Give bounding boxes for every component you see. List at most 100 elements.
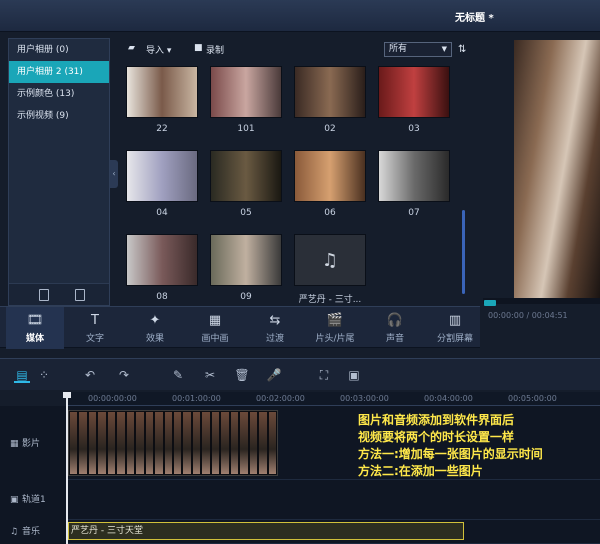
thumbnail-label: 严艺丹 - 三寸... [298, 295, 362, 305]
redo-icon[interactable]: ↷ [116, 367, 132, 383]
remove-album-icon[interactable] [75, 289, 85, 301]
media-thumbnail[interactable]: 02 [292, 66, 368, 138]
album-item-sample-colors[interactable]: 示例颜色 (13) [9, 83, 109, 105]
overlay-track-label: 轨道1 [22, 495, 46, 505]
thumbnail-image [210, 150, 282, 202]
thumbnail-label: 08 [156, 292, 168, 302]
clip-frame [259, 412, 267, 474]
media-thumbnail[interactable]: 05 [208, 150, 284, 222]
thumbnail-image [126, 66, 198, 118]
preview-scrubber[interactable] [483, 298, 600, 304]
category-tab-1[interactable]: T 文字 [66, 307, 124, 349]
category-tab-2[interactable]: ✦ 效果 [126, 307, 184, 349]
music-track-header: ♫ 音乐 [0, 524, 66, 537]
media-thumbnail[interactable]: 07 [376, 150, 452, 222]
album-item-user-1[interactable]: 用户相册 (0) [9, 39, 109, 61]
import-button[interactable]: 导入 ▾ [146, 43, 171, 56]
scissors-icon[interactable]: ✂ [202, 367, 218, 383]
instruction-line: 方法一:增加每一张图片的显示时间 [358, 447, 543, 461]
film-icon: 🎞 [26, 313, 44, 328]
thumbnail-image [126, 234, 198, 286]
undo-icon[interactable]: ↶ [82, 367, 98, 383]
overlay-track-header: ▣ 轨道1 [0, 492, 66, 505]
film-icon: ▦ [10, 439, 19, 449]
transition-icon: ⇆ [269, 313, 281, 328]
audio-thumbnail-image: ♫ [294, 234, 366, 286]
overlay-track-lane[interactable] [66, 480, 600, 520]
clip-frame [230, 412, 239, 474]
clip-frame [107, 412, 116, 474]
timeline-toolbar: ▤ ⁘ ↶ ↷ ✎ ✂ 🗑 🎤 ⛶ ▣ [0, 358, 600, 390]
sort-icon[interactable]: ⇅ [458, 44, 470, 56]
preview-scrubber-handle[interactable] [484, 300, 496, 306]
media-thumbnail[interactable]: ♫ 严艺丹 - 三寸... [292, 234, 368, 306]
category-tab-label: 声音 [385, 334, 404, 344]
media-thumbnail[interactable]: 101 [208, 66, 284, 138]
text-icon: T [91, 313, 99, 328]
media-thumbnail[interactable]: 06 [292, 150, 368, 222]
video-track-header: ▦ 影片 [0, 436, 66, 449]
collapse-panel-tab[interactable]: ‹ [110, 160, 118, 188]
playhead[interactable] [66, 392, 68, 544]
record-button[interactable]: 录制 [206, 43, 224, 56]
preview-timecode: 00:00:00 / 00:04:51 [488, 311, 568, 320]
video-clip-strip[interactable] [68, 410, 278, 476]
thumbnail-label: 04 [156, 208, 168, 218]
clip-frame [249, 412, 258, 474]
media-thumbnail[interactable]: 09 [208, 234, 284, 306]
category-tab-6[interactable]: 🎧 声音 [366, 307, 424, 349]
category-tab-label: 片头/片尾 [315, 334, 355, 344]
media-thumbnail[interactable]: 08 [124, 234, 200, 306]
thumbnail-image [294, 150, 366, 202]
category-tab-0[interactable]: 🎞 媒体 [6, 307, 64, 349]
clip-frame [192, 412, 201, 474]
timeline-ruler[interactable]: 00:00:00:00 00:01:00:00 00:02:00:00 00:0… [66, 392, 600, 406]
thumbnail-label: 03 [408, 124, 420, 134]
chevron-down-icon: ▼ [441, 45, 447, 53]
thumbnail-label: 02 [324, 124, 336, 134]
track-manager-icon[interactable]: ▣ [346, 367, 362, 383]
category-tab-5[interactable]: 🎬 片头/片尾 [306, 307, 364, 349]
thumbnail-image [210, 234, 282, 286]
category-tab-3[interactable]: ▦ 画中画 [186, 307, 244, 349]
instruction-line: 图片和音频添加到软件界面后 [358, 413, 515, 427]
thumbnail-image [126, 150, 198, 202]
clapper-icon: 🎬 [326, 313, 344, 328]
media-thumbnail[interactable]: 04 [124, 150, 200, 222]
playhead-handle[interactable] [63, 392, 71, 398]
add-album-icon[interactable] [39, 289, 49, 301]
category-tab-7[interactable]: ▥ 分割屏幕 [426, 307, 484, 349]
thumbnail-label: 22 [156, 124, 168, 134]
instruction-line: 方法二:在添加一些图片 [358, 464, 483, 478]
album-item-user-2[interactable]: 用户相册 2 (31) [9, 61, 109, 83]
media-scrollbar[interactable] [462, 210, 465, 294]
thumbnail-label: 101 [237, 124, 255, 134]
clip-frame [88, 412, 97, 474]
fit-to-window-icon[interactable]: ⛶ [316, 367, 332, 383]
thumbnail-image [294, 66, 366, 118]
media-thumbnail[interactable]: 22 [124, 66, 200, 138]
pip-icon: ▦ [208, 313, 222, 328]
media-toolbar: ▰ 导入 ▾ ■ 录制 所有 ▼ ⇅ [118, 38, 478, 62]
preview-window [514, 40, 600, 298]
thumbnail-label: 06 [324, 208, 336, 218]
audio-clip[interactable]: 严艺丹 - 三寸天堂 [68, 522, 464, 540]
category-tab-label: 媒体 [25, 334, 44, 344]
album-panel: 用户相册 (0) 用户相册 2 (31) 示例颜色 (13) 示例视频 (9) [8, 38, 110, 306]
microphone-icon[interactable]: 🎤 [266, 367, 282, 383]
storyboard-view-icon[interactable]: ⁘ [36, 367, 52, 383]
album-item-sample-videos[interactable]: 示例视频 (9) [9, 105, 109, 127]
trash-icon[interactable]: 🗑 [234, 367, 250, 383]
media-thumbnail[interactable]: 03 [376, 66, 452, 138]
category-tab-label: 文字 [85, 334, 104, 344]
split-screen-icon: ▥ [448, 313, 462, 328]
record-icon: ■ [194, 43, 203, 53]
category-tab-4[interactable]: ⇆ 过渡 [246, 307, 304, 349]
timeline-view-icon[interactable]: ▤ [14, 367, 30, 383]
thumbnail-image [378, 66, 450, 118]
thumbnail-image [378, 150, 450, 202]
category-bar: 🎞 媒体 T 文字 ✦ 效果 ▦ 画中画 ⇆ 过渡 🎬 片头/片尾 🎧 声音 ▥ 分割屏幕 [0, 306, 480, 349]
edit-icon[interactable]: ✎ [170, 367, 186, 383]
music-note-icon: ♫ [10, 527, 19, 537]
media-filter-select[interactable]: 所有 ▼ [384, 42, 452, 57]
